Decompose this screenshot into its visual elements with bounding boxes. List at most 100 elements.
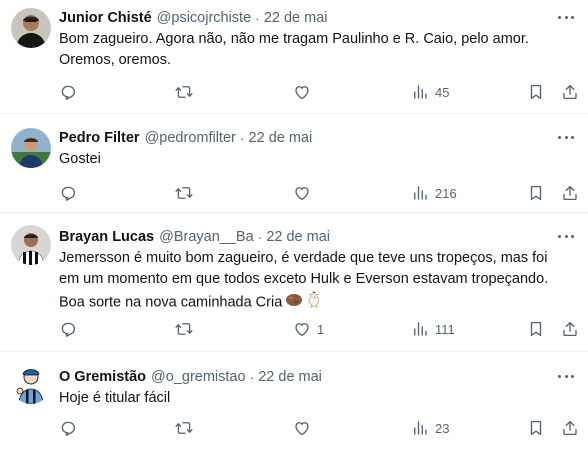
views-button[interactable]: 111 — [411, 319, 455, 339]
tweet-text-line: Boa sorte na nova caminhada Cria — [59, 290, 576, 315]
reply-icon — [59, 184, 77, 202]
tweet-item[interactable]: O Gremistão @o_gremistao · 22 de mai Hoj… — [0, 352, 588, 455]
heart-icon — [293, 184, 311, 202]
reply-icon — [59, 83, 77, 101]
view-count: 23 — [435, 420, 450, 436]
more-icon[interactable] — [556, 130, 576, 144]
rooster-emoji-icon — [306, 290, 322, 315]
share-icon — [561, 320, 579, 338]
reply-icon — [59, 419, 77, 437]
timestamp[interactable]: 22 de mai — [249, 130, 313, 146]
user-handle[interactable]: @psicojrchiste — [157, 10, 252, 26]
reply-button[interactable] — [59, 418, 77, 438]
tweet-header: Junior Chisté @psicojrchiste · 22 de mai — [59, 8, 576, 28]
tweet-header: O Gremistão @o_gremistao · 22 de mai — [59, 367, 576, 387]
tweet-text-line: Jemersson é muito bom zagueiro, é verdad… — [59, 250, 548, 266]
view-count: 216 — [435, 185, 457, 201]
more-icon[interactable] — [556, 10, 576, 24]
retweet-icon — [175, 419, 193, 437]
heart-icon — [293, 320, 311, 338]
tweet-text-line: em um momento em que todos exceto Hulk e… — [59, 271, 549, 287]
view-count: 111 — [435, 321, 455, 337]
views-button[interactable]: 23 — [411, 418, 449, 438]
retweet-button[interactable] — [175, 319, 193, 339]
share-icon — [561, 184, 579, 202]
action-bar: 1 111 — [59, 319, 576, 339]
rock-emoji-icon — [285, 291, 303, 314]
share-icon — [561, 419, 579, 437]
tweet-feed: Junior Chisté @psicojrchiste · 22 de mai… — [0, 0, 588, 455]
timestamp[interactable]: 22 de mai — [264, 10, 328, 26]
separator-dot: · — [249, 369, 255, 385]
views-button[interactable]: 216 — [411, 183, 457, 203]
bookmark-button[interactable] — [527, 183, 545, 203]
separator-dot: · — [257, 229, 263, 245]
views-chart-icon — [411, 83, 429, 101]
reply-icon — [59, 320, 77, 338]
share-button[interactable] — [561, 82, 579, 102]
like-button[interactable] — [293, 183, 317, 203]
avatar[interactable] — [11, 364, 51, 404]
bookmark-icon — [527, 184, 545, 202]
user-handle[interactable]: @pedromfilter — [145, 130, 236, 146]
more-icon[interactable] — [556, 369, 576, 383]
tweet-text-line: Gostei — [59, 151, 101, 167]
separator-dot: · — [255, 10, 260, 26]
display-name[interactable]: Junior Chisté — [59, 10, 152, 26]
reply-button[interactable] — [59, 319, 77, 339]
tweet-header: Brayan Lucas @Brayan__Ba · 22 de mai — [59, 227, 576, 247]
user-handle[interactable]: @Brayan__Ba — [159, 229, 254, 245]
retweet-button[interactable] — [175, 183, 193, 203]
view-count: 45 — [435, 84, 450, 100]
share-button[interactable] — [561, 418, 579, 438]
tweet-header: Pedro Filter @pedromfilter · 22 de mai — [59, 128, 576, 148]
display-name[interactable]: Brayan Lucas — [59, 229, 154, 245]
bookmark-icon — [527, 83, 545, 101]
views-chart-icon — [411, 184, 429, 202]
tweet-text: Jemersson é muito bom zagueiro, é verdad… — [59, 248, 576, 315]
reply-button[interactable] — [59, 183, 77, 203]
user-handle[interactable]: @o_gremistao — [151, 369, 246, 385]
tweet-item[interactable]: Junior Chisté @psicojrchiste · 22 de mai… — [0, 0, 588, 114]
timestamp[interactable]: 22 de mai — [258, 369, 322, 385]
tweet-item[interactable]: Pedro Filter @pedromfilter · 22 de mai G… — [0, 114, 588, 213]
reply-button[interactable] — [59, 82, 77, 102]
bookmark-button[interactable] — [527, 418, 545, 438]
bookmark-icon — [527, 320, 545, 338]
tweet-text-line: Hoje é titular fácil — [59, 390, 171, 406]
avatar[interactable] — [11, 8, 51, 48]
retweet-button[interactable] — [175, 82, 193, 102]
bookmark-button[interactable] — [527, 82, 545, 102]
views-chart-icon — [411, 320, 429, 338]
like-button[interactable] — [293, 418, 317, 438]
tweet-text: Hoje é titular fácil — [59, 388, 576, 409]
heart-icon — [293, 83, 311, 101]
avatar[interactable] — [11, 225, 51, 265]
display-name[interactable]: Pedro Filter — [59, 130, 140, 146]
separator-dot: · — [239, 130, 245, 146]
display-name[interactable]: O Gremistão — [59, 369, 146, 385]
share-button[interactable] — [561, 183, 579, 203]
share-icon — [561, 83, 579, 101]
action-bar: 45 — [59, 82, 576, 102]
action-bar: 23 — [59, 418, 576, 438]
action-bar: 216 — [59, 183, 576, 203]
like-count: 1 — [317, 321, 325, 337]
tweet-text: Gostei — [59, 149, 576, 170]
retweet-button[interactable] — [175, 418, 193, 438]
tweet-text-line: Oremos, oremos. — [59, 52, 171, 68]
views-chart-icon — [411, 419, 429, 437]
views-button[interactable]: 45 — [411, 82, 449, 102]
avatar[interactable] — [11, 128, 51, 168]
bookmark-button[interactable] — [527, 319, 545, 339]
retweet-icon — [175, 320, 193, 338]
tweet-item[interactable]: Brayan Lucas @Brayan__Ba · 22 de mai Jem… — [0, 213, 588, 352]
timestamp[interactable]: 22 de mai — [266, 229, 330, 245]
tweet-text-segment: Boa sorte na nova caminhada Cria — [59, 294, 283, 311]
tweet-text: Bom zagueiro. Agora não, não me tragam P… — [59, 29, 576, 71]
like-button[interactable]: 1 — [293, 319, 324, 339]
more-icon[interactable] — [556, 229, 576, 243]
share-button[interactable] — [561, 319, 579, 339]
like-button[interactable] — [293, 82, 317, 102]
retweet-icon — [175, 83, 193, 101]
